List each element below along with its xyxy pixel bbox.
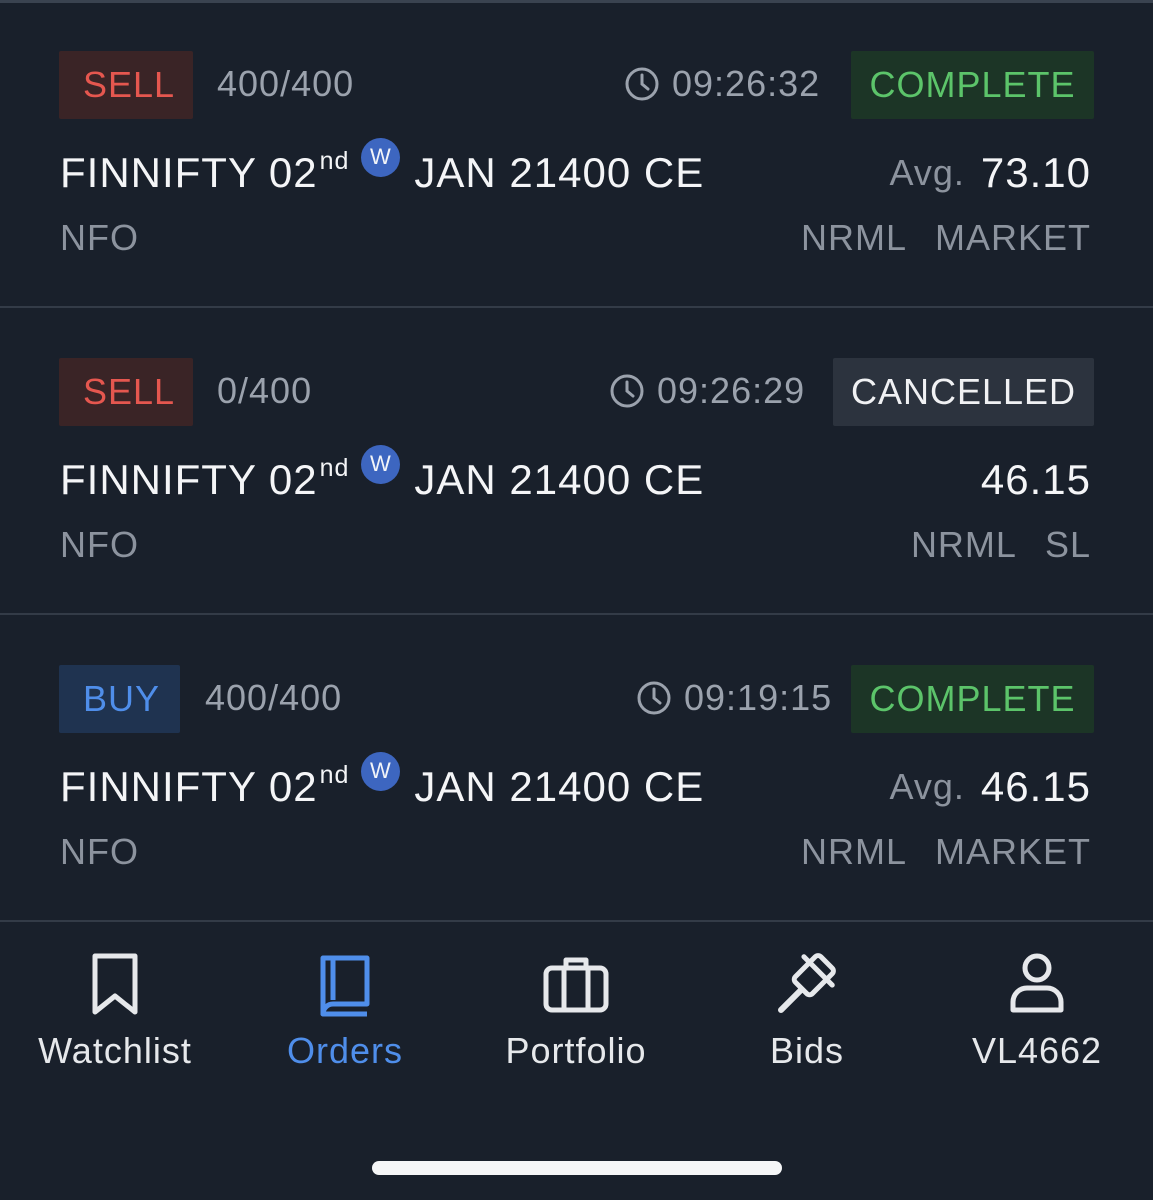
weekly-expiry-badge: W — [361, 751, 401, 791]
order-row[interactable]: SELL 0/400 09:26:29 CANCELLED FINNIFTY 0… — [0, 310, 1153, 615]
filled-quantity: 400/400 — [217, 63, 355, 104]
order-price: Avg. 73.10 — [890, 143, 1092, 203]
order-type: MARKET — [934, 831, 1091, 872]
user-icon — [1010, 953, 1064, 1013]
nav-item-bids[interactable]: Bids — [692, 948, 922, 1072]
nav-label: Portfolio — [505, 1030, 647, 1071]
weekly-expiry-badge: W — [361, 444, 401, 484]
nav-label: Watchlist — [38, 1030, 192, 1071]
bottom-nav: Watchlist Orders Portfolio Bids VL4662 — [0, 924, 1153, 1200]
instrument-contract: JAN 21400 CE — [414, 763, 705, 810]
bookmark-icon — [92, 953, 138, 1015]
order-type: SL — [1044, 524, 1091, 565]
ordinal-suffix: nd — [319, 453, 350, 482]
weekly-expiry-badge: W — [361, 137, 401, 177]
side-badge-sell: SELL — [59, 358, 193, 426]
home-indicator[interactable] — [372, 1161, 782, 1175]
exchange-label: NFO — [60, 831, 139, 872]
status-badge-complete: COMPLETE — [851, 665, 1094, 733]
order-price: 46.15 — [981, 450, 1091, 510]
order-price: Avg. 46.15 — [890, 757, 1092, 817]
avg-label: Avg. — [889, 152, 965, 193]
order-time-text: 09:19:15 — [684, 677, 833, 718]
order-row[interactable]: BUY 400/400 09:19:15 COMPLETE FINNIFTY 0… — [0, 617, 1153, 922]
nav-label: VL4662 — [971, 1030, 1103, 1071]
instrument-symbol: FINNIFTY 02 — [60, 456, 318, 503]
order-meta: NRML SL — [911, 524, 1091, 566]
ordinal-suffix: nd — [319, 146, 350, 175]
nav-label: Orders — [286, 1030, 404, 1071]
nav-item-watchlist[interactable]: Watchlist — [0, 948, 230, 1072]
instrument-name: FINNIFTY 02nd W JAN 21400 CE — [60, 444, 705, 510]
side-badge-buy: BUY — [59, 665, 180, 733]
clock-icon — [610, 374, 644, 408]
instrument-name: FINNIFTY 02nd W JAN 21400 CE — [60, 137, 705, 203]
price-value: 46.15 — [980, 763, 1091, 810]
briefcase-icon — [543, 957, 609, 1013]
price-value: 46.15 — [980, 456, 1091, 503]
product-type: NRML — [800, 831, 907, 872]
exchange-label: NFO — [60, 217, 139, 258]
order-meta: NRML MARKET — [801, 217, 1091, 259]
instrument-symbol: FINNIFTY 02 — [60, 763, 318, 810]
ordinal-suffix: nd — [319, 760, 350, 789]
order-row[interactable]: SELL 400/400 09:26:32 COMPLETE FINNIFTY … — [0, 3, 1153, 308]
status-badge-cancelled: CANCELLED — [833, 358, 1094, 426]
instrument-symbol: FINNIFTY 02 — [60, 149, 318, 196]
status-badge-complete: COMPLETE — [851, 51, 1094, 119]
order-time: 09:26:32 — [624, 59, 820, 109]
book-icon — [320, 955, 370, 1017]
side-badge-sell: SELL — [59, 51, 193, 119]
nav-item-profile[interactable]: VL4662 — [922, 948, 1152, 1072]
clock-icon — [637, 681, 671, 715]
filled-quantity: 400/400 — [205, 677, 343, 718]
nav-item-portfolio[interactable]: Portfolio — [461, 948, 691, 1072]
product-type: NRML — [910, 524, 1017, 565]
order-time: 09:26:29 — [609, 366, 805, 416]
order-time-text: 09:26:29 — [657, 370, 806, 411]
instrument-contract: JAN 21400 CE — [414, 456, 705, 503]
order-time: 09:19:15 — [636, 673, 832, 723]
instrument-name: FINNIFTY 02nd W JAN 21400 CE — [60, 751, 705, 817]
exchange-label: NFO — [60, 524, 139, 565]
product-type: NRML — [800, 217, 907, 258]
order-meta: NRML MARKET — [801, 831, 1091, 873]
clock-icon — [625, 67, 659, 101]
order-time-text: 09:26:32 — [672, 63, 821, 104]
order-type: MARKET — [934, 217, 1091, 258]
filled-quantity: 0/400 — [217, 370, 313, 411]
instrument-contract: JAN 21400 CE — [414, 149, 705, 196]
nav-label: Bids — [769, 1030, 845, 1071]
gavel-icon — [778, 953, 836, 1013]
nav-item-orders[interactable]: Orders — [230, 948, 460, 1072]
price-value: 73.10 — [980, 149, 1091, 196]
avg-label: Avg. — [889, 766, 965, 807]
